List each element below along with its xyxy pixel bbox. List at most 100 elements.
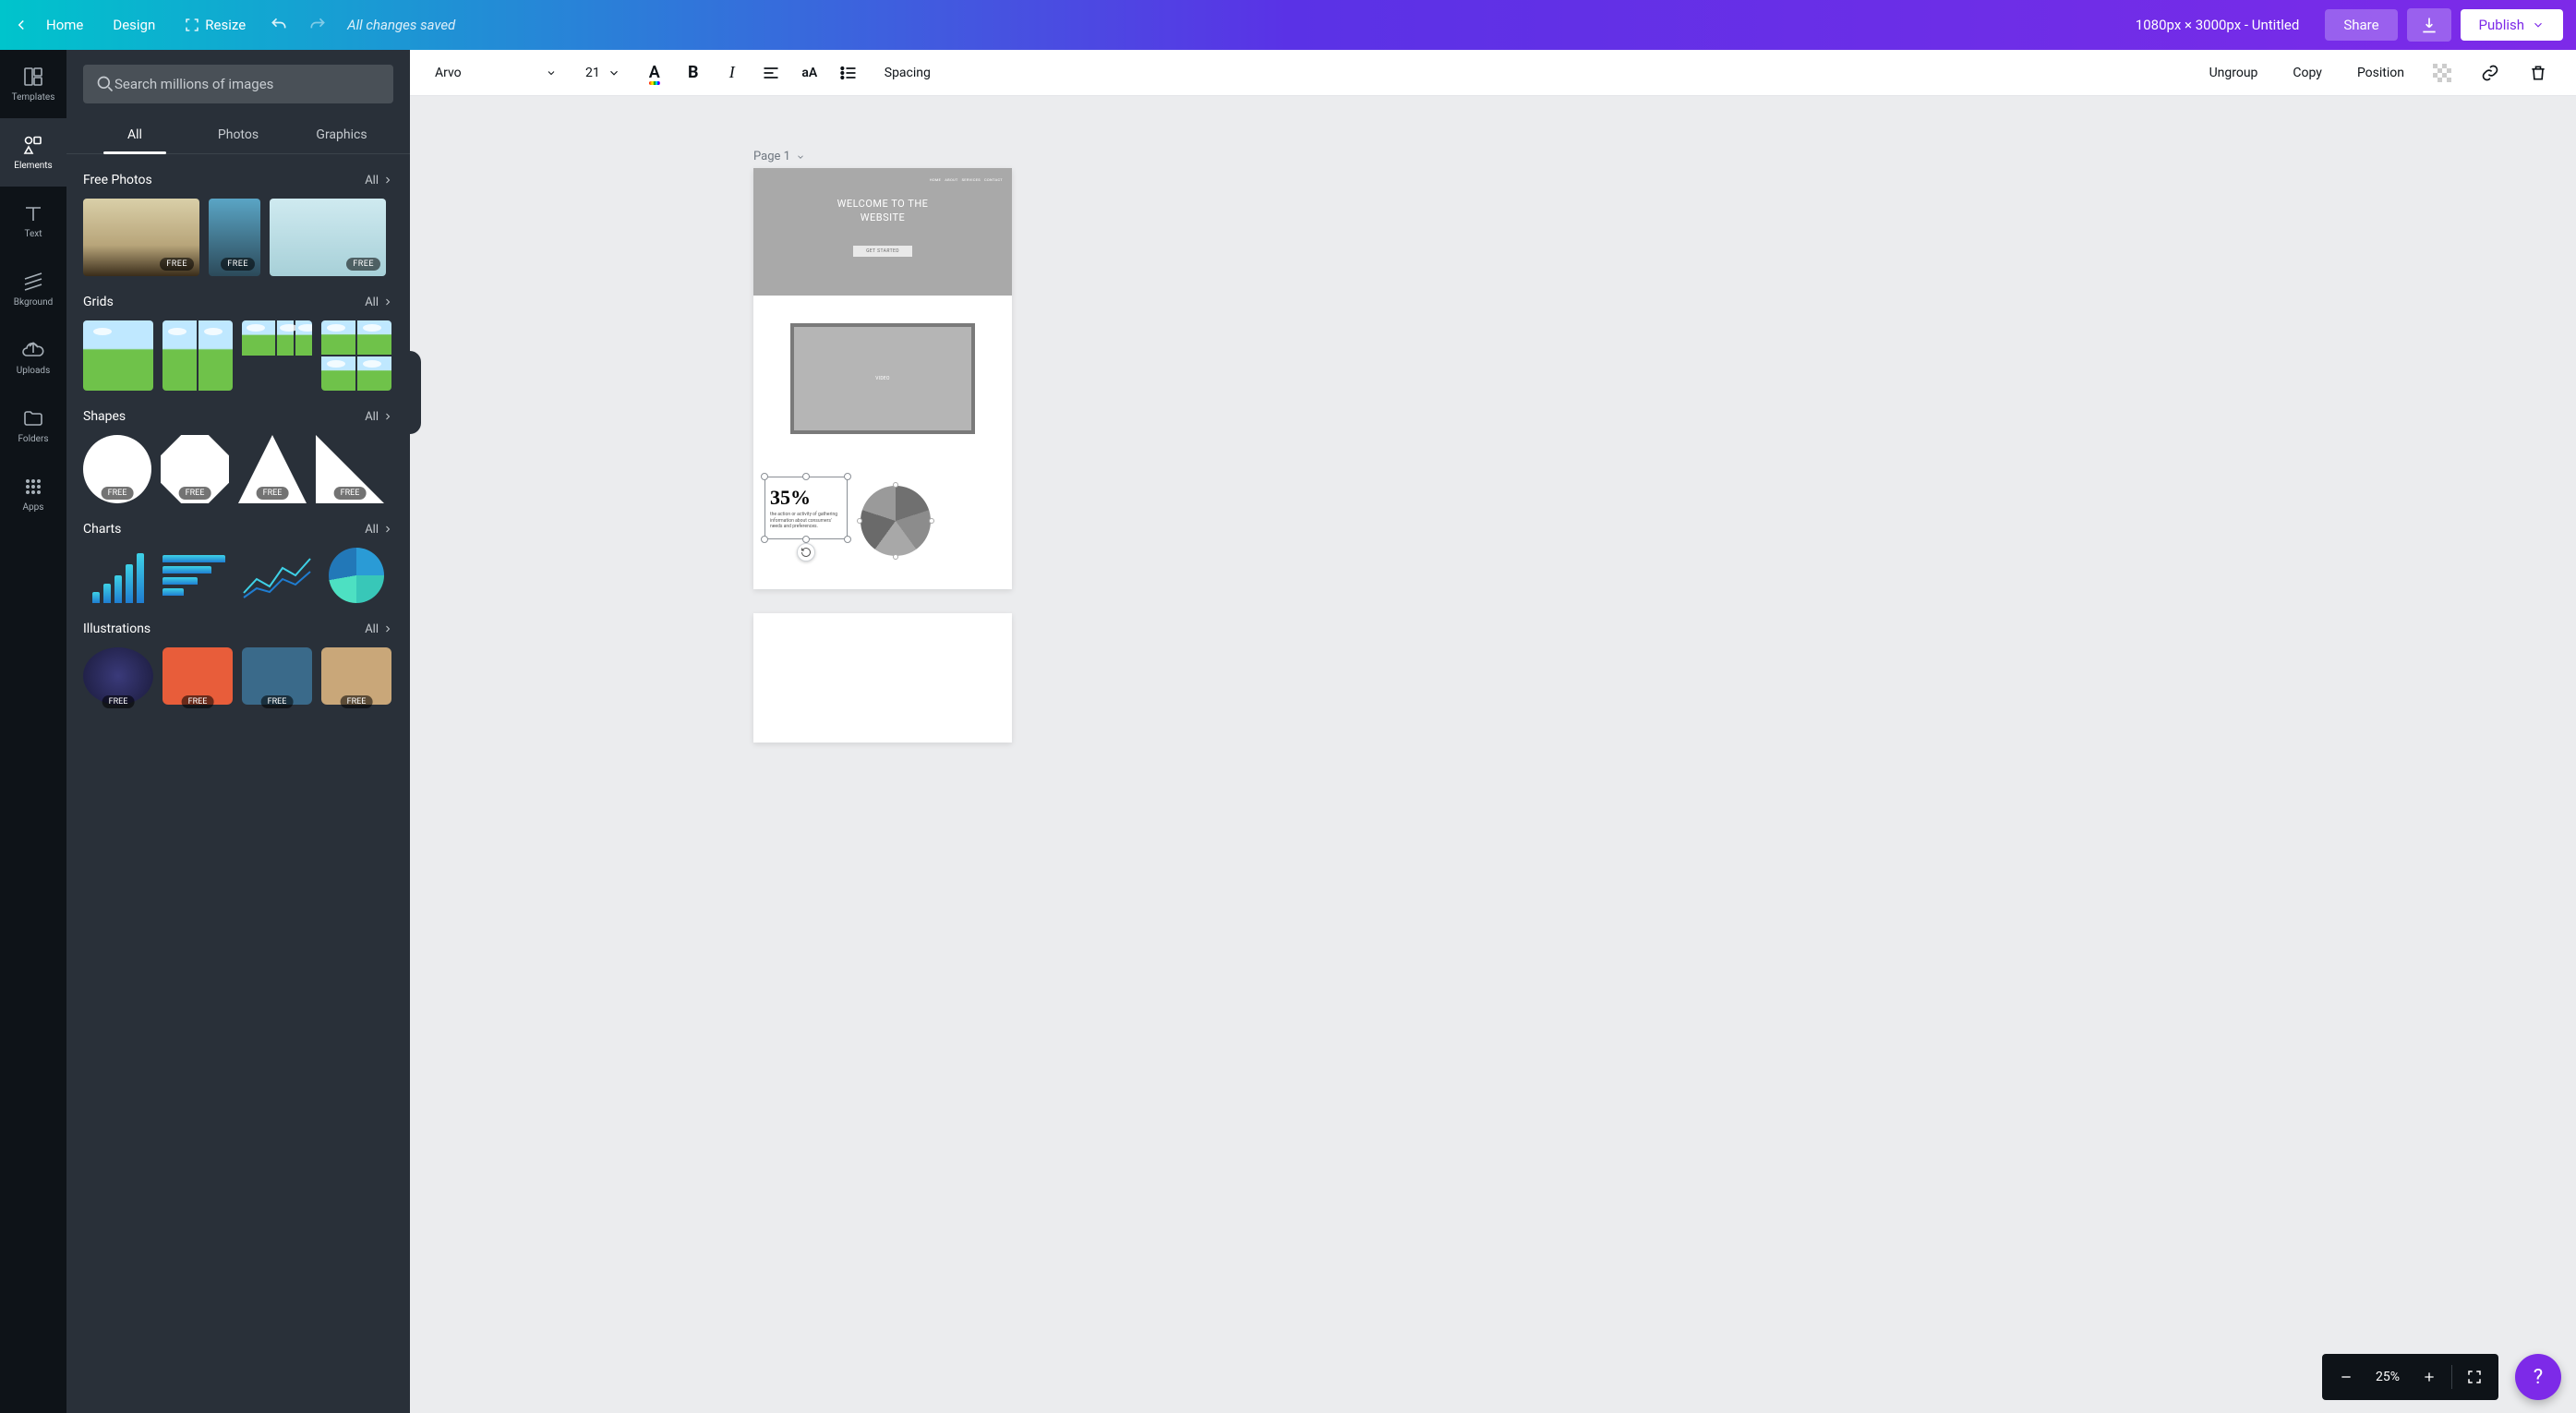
zoom-value[interactable]: 25% [2366,1370,2409,1384]
undo-icon[interactable] [270,16,288,34]
download-button[interactable] [2407,8,2451,42]
stats-section[interactable]: 35% the action or activity of gathering … [753,462,1012,589]
tab-graphics[interactable]: Graphics [290,118,393,153]
spacing-button[interactable]: Spacing [873,66,942,80]
font-name: Arvo [435,66,462,80]
back-icon[interactable] [13,17,30,33]
publish-button[interactable]: Publish [2461,9,2563,41]
rail-background[interactable]: Bkground [0,255,66,323]
section-title: Free Photos [83,173,365,187]
nav-item[interactable]: HOME [930,177,942,182]
font-size-selector[interactable]: 21 [585,66,620,80]
shape-triangle[interactable]: FREE [238,435,307,503]
resize-handle[interactable] [929,518,934,524]
free-badge: FREE [182,695,214,708]
nav-item[interactable]: ABOUT [945,177,957,182]
section-all-link[interactable]: All [365,296,393,309]
rail-folders[interactable]: Folders [0,392,66,460]
illustration-thumb[interactable]: FREE [321,647,391,705]
search-field[interactable] [83,65,393,103]
rail-uploads[interactable]: Uploads [0,323,66,392]
home-link[interactable]: Home [46,17,83,33]
design-link[interactable]: Design [113,17,155,33]
font-selector[interactable]: Arvo [427,61,565,85]
nav-item[interactable]: CONTACT [984,177,1003,182]
context-toolbar: Arvo 21 A B I aA Spacing Ungroup Copy Po… [410,50,2576,96]
rail-text[interactable]: Text [0,187,66,255]
resize-handle[interactable] [761,473,768,480]
delete-button[interactable] [2521,55,2556,91]
grid-thumb[interactable] [242,320,312,391]
shape-right-triangle[interactable]: FREE [316,435,384,503]
page-label[interactable]: Page 1 [753,150,805,163]
rail-templates[interactable]: Templates [0,50,66,118]
shape-circle[interactable]: FREE [83,435,151,503]
canvas-area[interactable]: Page 1 HOME ABOUT SERVICES CONTACT WELCO… [410,96,2576,1413]
design-page[interactable]: HOME ABOUT SERVICES CONTACT WELCOME TO T… [753,168,1012,589]
design-page-next[interactable] [753,613,1012,743]
section-all-link[interactable]: All [365,410,393,424]
resize-handle[interactable] [844,473,851,480]
zoom-out-button[interactable] [2326,1358,2366,1396]
illustration-thumb[interactable]: FREE [242,647,312,705]
transparency-button[interactable] [2425,55,2460,91]
section-all-link[interactable]: All [365,622,393,636]
align-button[interactable] [753,55,788,91]
panel-collapse-handle[interactable] [410,351,421,434]
resize-handle[interactable] [893,554,898,560]
copy-button[interactable]: Copy [2281,66,2333,80]
hero-section[interactable]: HOME ABOUT SERVICES CONTACT WELCOME TO T… [753,168,1012,296]
fullscreen-button[interactable] [2454,1358,2495,1396]
uppercase-button[interactable]: aA [792,55,827,91]
chart-hbar-thumb[interactable] [163,548,233,603]
rotate-handle[interactable] [797,543,815,562]
chart-bar-thumb[interactable] [83,548,153,603]
photo-thumb[interactable]: FREE [270,199,386,276]
hero-headline[interactable]: WELCOME TO THE WEBSITE [763,197,1003,225]
resize-handle[interactable] [802,473,810,480]
section-all-link[interactable]: All [365,174,393,187]
resize-handle[interactable] [761,536,768,543]
resize-button[interactable]: Resize [185,17,246,33]
video-placeholder[interactable]: VIDEO [790,323,975,434]
pie-chart-element[interactable] [861,486,931,556]
rail-elements[interactable]: Elements [0,118,66,187]
grid-thumb[interactable] [83,320,153,391]
nav-item[interactable]: SERVICES [962,177,981,182]
photo-thumb[interactable]: FREE [83,199,199,276]
help-button[interactable]: ? [2515,1354,2561,1400]
illustration-thumb[interactable]: FREE [163,647,233,705]
video-section[interactable]: VIDEO [753,296,1012,462]
position-button[interactable]: Position [2346,66,2415,80]
panel-scroll[interactable]: Free Photos All FREE FREE FREE Grids All… [66,154,410,1413]
hero-cta[interactable]: GET STARTED [853,246,912,257]
rotate-icon [800,547,812,558]
resize-handle[interactable] [802,536,810,543]
stat-text-block[interactable]: 35% the action or activity of gathering … [770,486,842,530]
link-button[interactable] [2473,55,2508,91]
italic-button[interactable]: I [715,55,750,91]
ungroup-button[interactable]: Ungroup [2198,66,2269,80]
resize-handle[interactable] [893,482,898,488]
grid-thumb[interactable] [321,320,391,391]
rail-apps[interactable]: Apps [0,460,66,528]
bold-button[interactable]: B [676,55,711,91]
zoom-in-button[interactable] [2409,1358,2450,1396]
illustration-thumb[interactable]: FREE [83,647,153,705]
resize-handle[interactable] [844,536,851,543]
search-input[interactable] [114,76,380,92]
redo-icon[interactable] [308,16,327,34]
shape-octagon[interactable]: FREE [161,435,229,503]
tab-all[interactable]: All [83,118,187,153]
photo-thumb[interactable]: FREE [209,199,260,276]
grid-thumb[interactable] [163,320,233,391]
chart-pie-thumb[interactable] [321,548,391,603]
share-button[interactable]: Share [2325,9,2397,41]
section-all-link[interactable]: All [365,523,393,537]
tab-photos[interactable]: Photos [187,118,290,153]
document-title[interactable]: 1080px × 3000px - Untitled [2136,17,2300,33]
text-color-button[interactable]: A [637,55,672,91]
resize-handle[interactable] [857,518,862,524]
list-button[interactable] [831,55,866,91]
chart-line-thumb[interactable] [242,548,312,603]
